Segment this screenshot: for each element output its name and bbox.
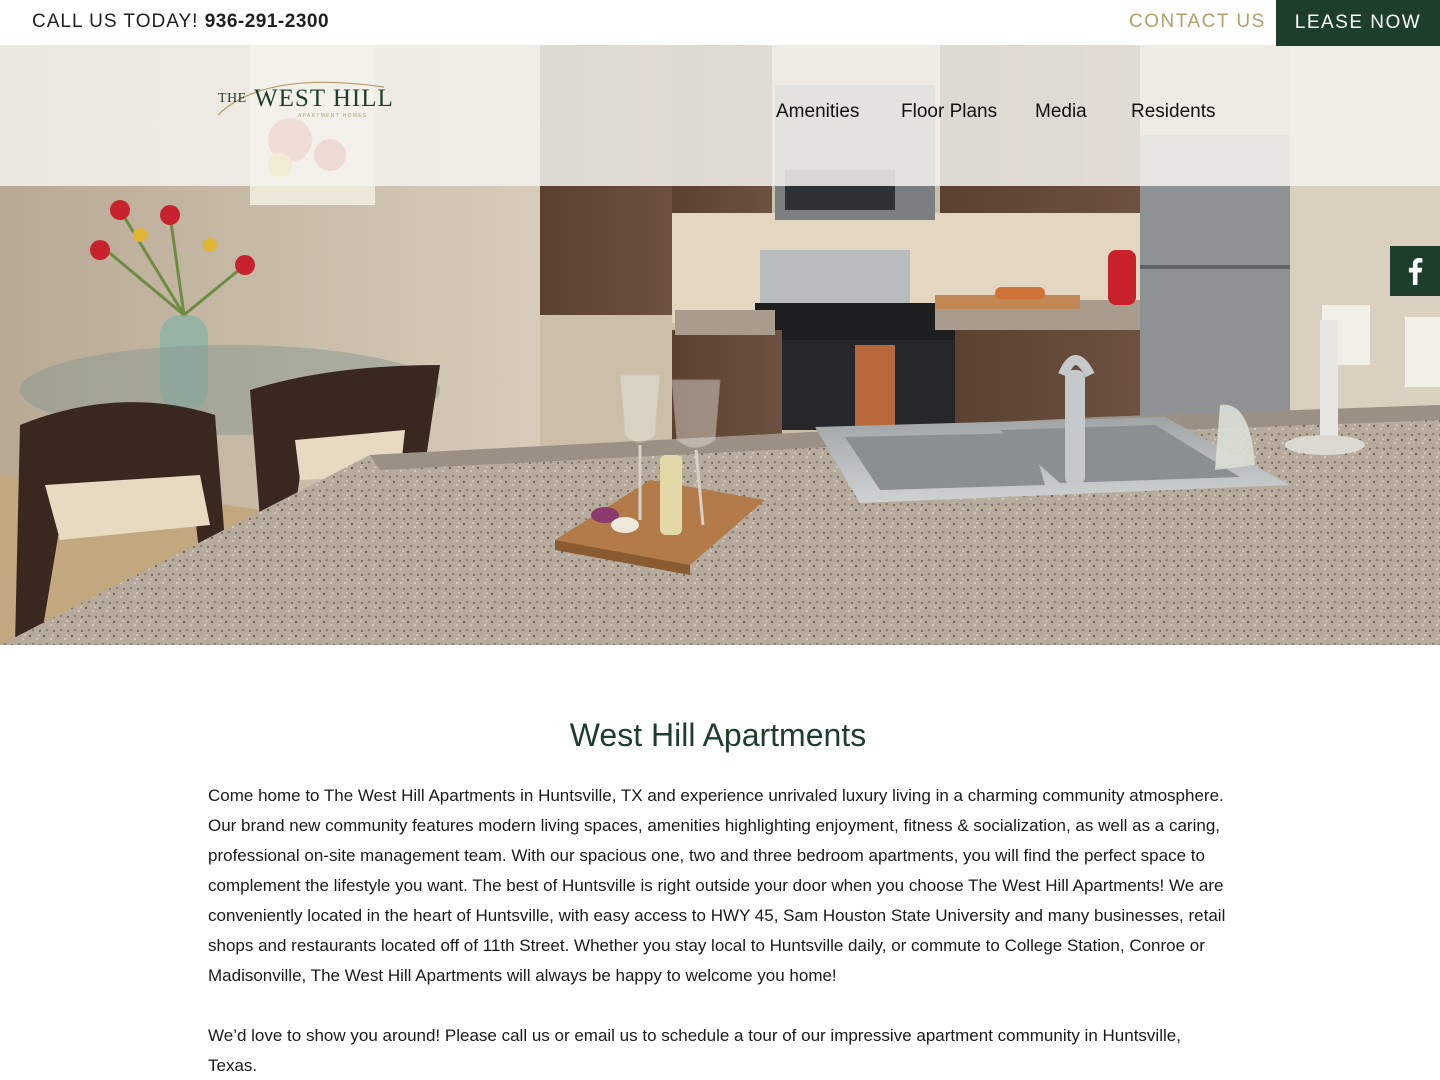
nav-item-amenities[interactable]: Amenities (776, 101, 859, 123)
intro-paragraph: Come home to The West Hill Apartments in… (208, 786, 1226, 985)
nav-item-residents[interactable]: Residents (1131, 101, 1216, 123)
contact-us-link[interactable]: CONTACT US (1129, 11, 1266, 33)
west-hill-logo[interactable]: THE WEST HILL APARTMENT HOMES (214, 75, 393, 127)
logo-tagline: APARTMENT HOMES (298, 113, 368, 119)
nav-item-floor-plans[interactable]: Floor Plans (901, 101, 997, 123)
main-navigation-bar: THE WEST HILL APARTMENT HOMES Amenities … (0, 45, 1440, 186)
logo-the: THE (218, 91, 247, 106)
call-us-text: CALL US TODAY! 936-291-2300 (32, 11, 329, 33)
tour-paragraph: We’d love to show you around! Please cal… (208, 1026, 1181, 1075)
phone-number-link[interactable]: 936-291-2300 (205, 11, 329, 32)
facebook-icon (1408, 258, 1423, 285)
intro-section: West Hill Apartments Come home to The We… (208, 705, 1232, 1080)
logo-name: WEST HILL (254, 85, 394, 112)
call-label: CALL US TODAY! (32, 11, 199, 32)
nav-item-media[interactable]: Media (1035, 101, 1087, 123)
facebook-button[interactable] (1390, 246, 1440, 296)
lease-now-button[interactable]: LEASE NOW (1276, 0, 1440, 46)
top-utility-bar: CALL US TODAY! 936-291-2300 CONTACT US L… (0, 0, 1440, 46)
page-title: West Hill Apartments (569, 717, 867, 753)
